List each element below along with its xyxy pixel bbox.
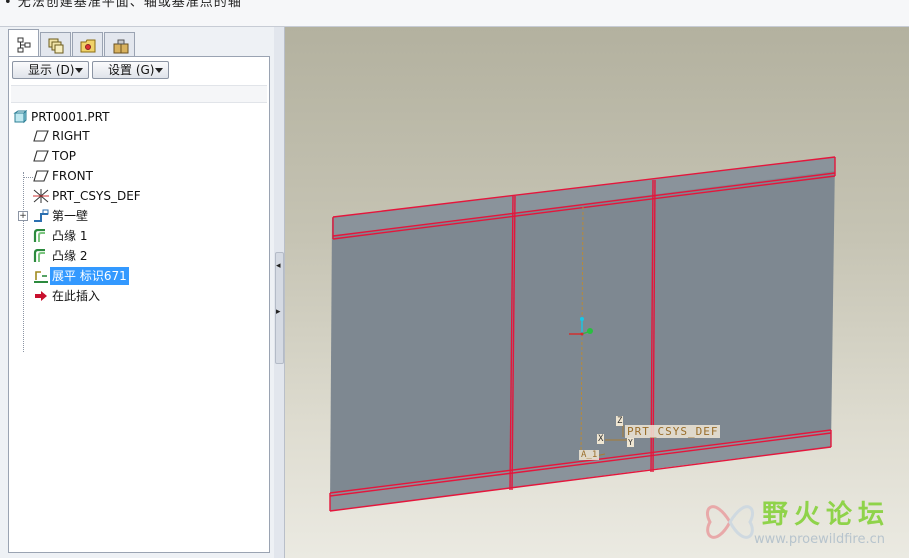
- navigator-panel: 显示 (D) 设置 (G) PRT0001.PRT RIGHT TOP FRON…: [0, 27, 275, 558]
- chevron-down-icon: [155, 68, 163, 73]
- model-tree-tab[interactable]: [8, 29, 39, 58]
- tree-connector: [23, 177, 33, 178]
- favorites-tab[interactable]: [72, 32, 103, 57]
- tree-item-label: PRT_CSYS_DEF: [52, 189, 141, 203]
- forum-watermark: 野火论坛 www.proewildfire.cn: [698, 490, 909, 558]
- datum-plane-icon: [33, 149, 49, 168]
- tree-item-label: RIGHT: [52, 129, 90, 143]
- datum-axis-label: A_1: [579, 450, 600, 460]
- collapse-arrow-icon[interactable]: ◂: [276, 261, 281, 271]
- flange-icon: [33, 248, 49, 268]
- tree-filter-strip[interactable]: [11, 85, 267, 103]
- tree-item-label: 展平 标识671: [50, 267, 129, 285]
- tree-item-label: TOP: [52, 149, 77, 163]
- settings-menu-button[interactable]: 设置 (G): [92, 61, 169, 79]
- tree-item-label: FRONT: [52, 169, 93, 183]
- tree-item-label: 在此插入: [52, 289, 101, 303]
- tree-item-label: 第一壁: [52, 209, 89, 223]
- csys-y-label: Y: [627, 438, 634, 447]
- chevron-down-icon: [75, 68, 83, 73]
- flange-icon: [33, 228, 49, 248]
- datum-plane-icon: [33, 169, 49, 188]
- csys-label: PRT_CSYS_DEF: [625, 425, 721, 438]
- datum-plane-icon: [33, 129, 49, 148]
- graphics-viewport[interactable]: Z PRT_CSYS_DEF X Y A_1: [285, 27, 909, 558]
- tree-item-label: 凸缘 2: [52, 249, 88, 263]
- layers-icon: [48, 38, 64, 54]
- display-menu-button[interactable]: 显示 (D): [12, 61, 89, 79]
- panel-splitter[interactable]: ◂ ▸: [274, 27, 285, 558]
- status-message: • 无法创建基准平面、轴或基准点的轴: [4, 0, 242, 10]
- sheetmetal-model: [329, 156, 836, 512]
- settings-menu-label: 设置 (G): [108, 63, 155, 77]
- insert-here-arrow-icon: [33, 289, 49, 308]
- tree-item-label: 凸缘 1: [52, 229, 88, 243]
- message-bar: • 无法创建基准平面、轴或基准点的轴: [0, 0, 909, 27]
- model-tree-icon: [17, 37, 31, 53]
- watermark-title: 野火论坛: [762, 500, 891, 530]
- unbend-icon: [33, 269, 49, 288]
- tools-icon: [113, 39, 129, 54]
- expand-arrow-icon[interactable]: ▸: [276, 307, 281, 317]
- tree-root-label: PRT0001.PRT: [31, 110, 110, 124]
- csys-z-label: Z: [616, 416, 624, 426]
- csys-x-label: X: [597, 434, 605, 444]
- tools-tab[interactable]: [104, 32, 135, 57]
- butterfly-logo-icon: [706, 505, 754, 539]
- watermark-url: www.proewildfire.cn: [754, 532, 885, 547]
- tree-connector: [23, 172, 24, 352]
- model-tree-frame: 显示 (D) 设置 (G) PRT0001.PRT RIGHT TOP FRON…: [8, 56, 270, 553]
- favorites-folder-icon: [80, 39, 96, 53]
- part-icon: [13, 109, 28, 129]
- csys-icon: [33, 189, 49, 208]
- expand-toggle[interactable]: +: [18, 211, 28, 221]
- first-wall-icon: [33, 209, 49, 228]
- display-menu-label: 显示 (D): [28, 63, 75, 77]
- layers-tab[interactable]: [40, 32, 71, 57]
